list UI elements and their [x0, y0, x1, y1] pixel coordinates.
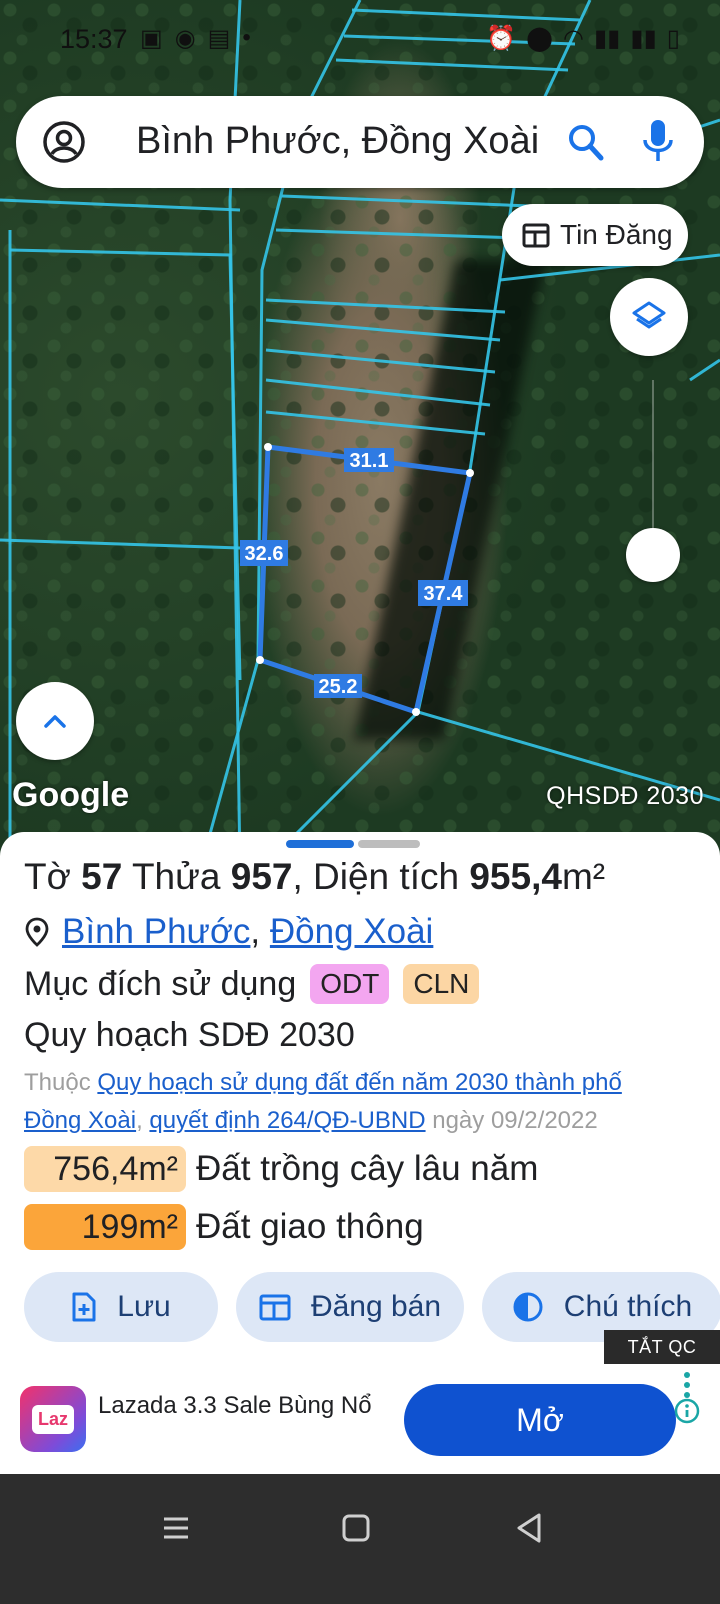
recent-apps-icon[interactable]: [156, 1508, 196, 1548]
location-icon: ⬤: [526, 25, 553, 52]
tin-dang-label: Tin Đăng: [560, 219, 673, 250]
sheet-page-indicator-active[interactable]: [286, 840, 354, 848]
sell-label: Đăng bán: [310, 1290, 442, 1323]
calendar-icon: [522, 223, 550, 248]
search-bar[interactable]: Bình Phước, Đồng Xoài: [16, 96, 704, 188]
area-label: Đất trồng cây lâu năm: [196, 1149, 539, 1188]
usage-badge-odt[interactable]: ODT: [310, 964, 390, 1004]
edge-label-bottom: 25.2: [319, 676, 358, 698]
map-layers-button[interactable]: [610, 278, 688, 356]
account-icon[interactable]: [42, 120, 86, 164]
area-value: 756,4m²: [24, 1146, 186, 1192]
save-button[interactable]: Lưu: [24, 1272, 218, 1342]
usage-label: Mục đích sử dụng: [24, 964, 297, 1003]
decision-date: ngày 09/2/2022: [432, 1107, 598, 1134]
system-nav-bar: [0, 1474, 720, 1604]
search-input[interactable]: Bình Phước, Đồng Xoài: [136, 120, 539, 163]
status-system-icons: ⏰ ⬤ ◠ ▮▮ ▮▮ ▯: [486, 24, 680, 53]
chevron-up-icon: [44, 715, 66, 728]
turn-off-ads-button[interactable]: TẮT QC: [604, 1330, 720, 1364]
save-label: Lưu: [117, 1290, 171, 1323]
dot-icon: •: [242, 24, 251, 51]
parcel-location: Bình Phước, Đồng Xoài: [24, 912, 433, 952]
status-notification-icons: ▣ ◉ ▤ •: [140, 24, 251, 53]
home-icon[interactable]: [336, 1508, 376, 1548]
tin-dang-button[interactable]: Tin Đăng: [502, 204, 688, 266]
alarm-icon: ⏰: [486, 25, 517, 52]
edge-label-left: 32.6: [245, 543, 284, 565]
battery-icon: ▯: [666, 25, 680, 52]
parcel-title: Tờ 57 Thửa 957, Diện tích 955,4m²: [24, 856, 606, 897]
province-link[interactable]: Bình Phước: [62, 912, 250, 952]
shop-icon: ▤: [207, 25, 231, 52]
plan-title: Quy hoạch SDĐ 2030: [24, 1016, 355, 1054]
microphone-icon[interactable]: [638, 116, 678, 166]
signal-icon: ▮▮: [593, 25, 621, 52]
lazada-logo: Laz: [20, 1386, 86, 1452]
expand-sheet-button[interactable]: [16, 682, 94, 760]
parcel-info-sheet: Tờ 57 Thửa 957, Diện tích 955,4m² Bình P…: [0, 832, 720, 1372]
ad-banner[interactable]: Laz Lazada 3.3 Sale Bùng Nổ Mở: [0, 1364, 720, 1474]
decision-link[interactable]: quyết định 264/QĐ-UBND: [149, 1107, 425, 1134]
edge-label-top: 31.1: [350, 450, 389, 472]
opacity-slider-thumb[interactable]: [626, 528, 680, 582]
ad-open-button[interactable]: Mở: [404, 1384, 676, 1456]
post-for-sale-button[interactable]: Đăng bán: [236, 1272, 464, 1342]
ad-title: Lazada 3.3 Sale Bùng Nổ: [98, 1392, 372, 1419]
ad-info-icon[interactable]: [674, 1398, 700, 1424]
legend-label: Chú thích: [563, 1290, 693, 1323]
signal-icon: ▮▮: [630, 25, 657, 52]
area-row-road: 199m² Đất giao thông: [24, 1204, 424, 1250]
back-icon[interactable]: [510, 1508, 550, 1548]
plan-description: Thuộc Quy hoạch sử dụng đất đến năm 2030…: [24, 1069, 622, 1134]
contrast-icon: [513, 1292, 543, 1322]
status-bar: 15:37 ▣ ◉ ▤ • ⏰ ⬤ ◠ ▮▮ ▮▮ ▯: [0, 0, 720, 80]
wifi-icon: ◠: [562, 25, 584, 52]
area-row-cln: 756,4m² Đất trồng cây lâu năm: [24, 1146, 538, 1192]
district-link[interactable]: Đồng Xoài: [270, 912, 433, 952]
messenger-icon: ◉: [174, 25, 196, 52]
land-usage-row: Mục đích sử dụng ODT CLN: [24, 964, 480, 1004]
calendar-icon: [259, 1294, 291, 1321]
edge-label-right: 37.4: [424, 583, 464, 605]
opacity-slider-track[interactable]: [652, 380, 654, 540]
map-layer-label: QHSDĐ 2030: [546, 782, 704, 810]
more-options-icon[interactable]: [680, 1370, 694, 1400]
area-label: Đất giao thông: [196, 1207, 424, 1246]
satellite-map[interactable]: 31.1 32.6 37.4 25.2 15:37 ▣ ◉ ▤ • ⏰ ⬤ ◠ …: [0, 0, 720, 870]
usage-badge-cln[interactable]: CLN: [403, 964, 480, 1004]
area-value: 199m²: [24, 1204, 186, 1250]
status-time: 15:37: [60, 24, 128, 54]
layers-icon: [632, 301, 666, 329]
location-pin-icon: [25, 917, 49, 947]
google-logo: Google: [12, 776, 130, 814]
search-icon[interactable]: [566, 120, 606, 164]
image-icon: ▣: [140, 25, 163, 52]
file-add-icon: [72, 1292, 96, 1322]
sheet-page-indicator[interactable]: [358, 840, 420, 848]
